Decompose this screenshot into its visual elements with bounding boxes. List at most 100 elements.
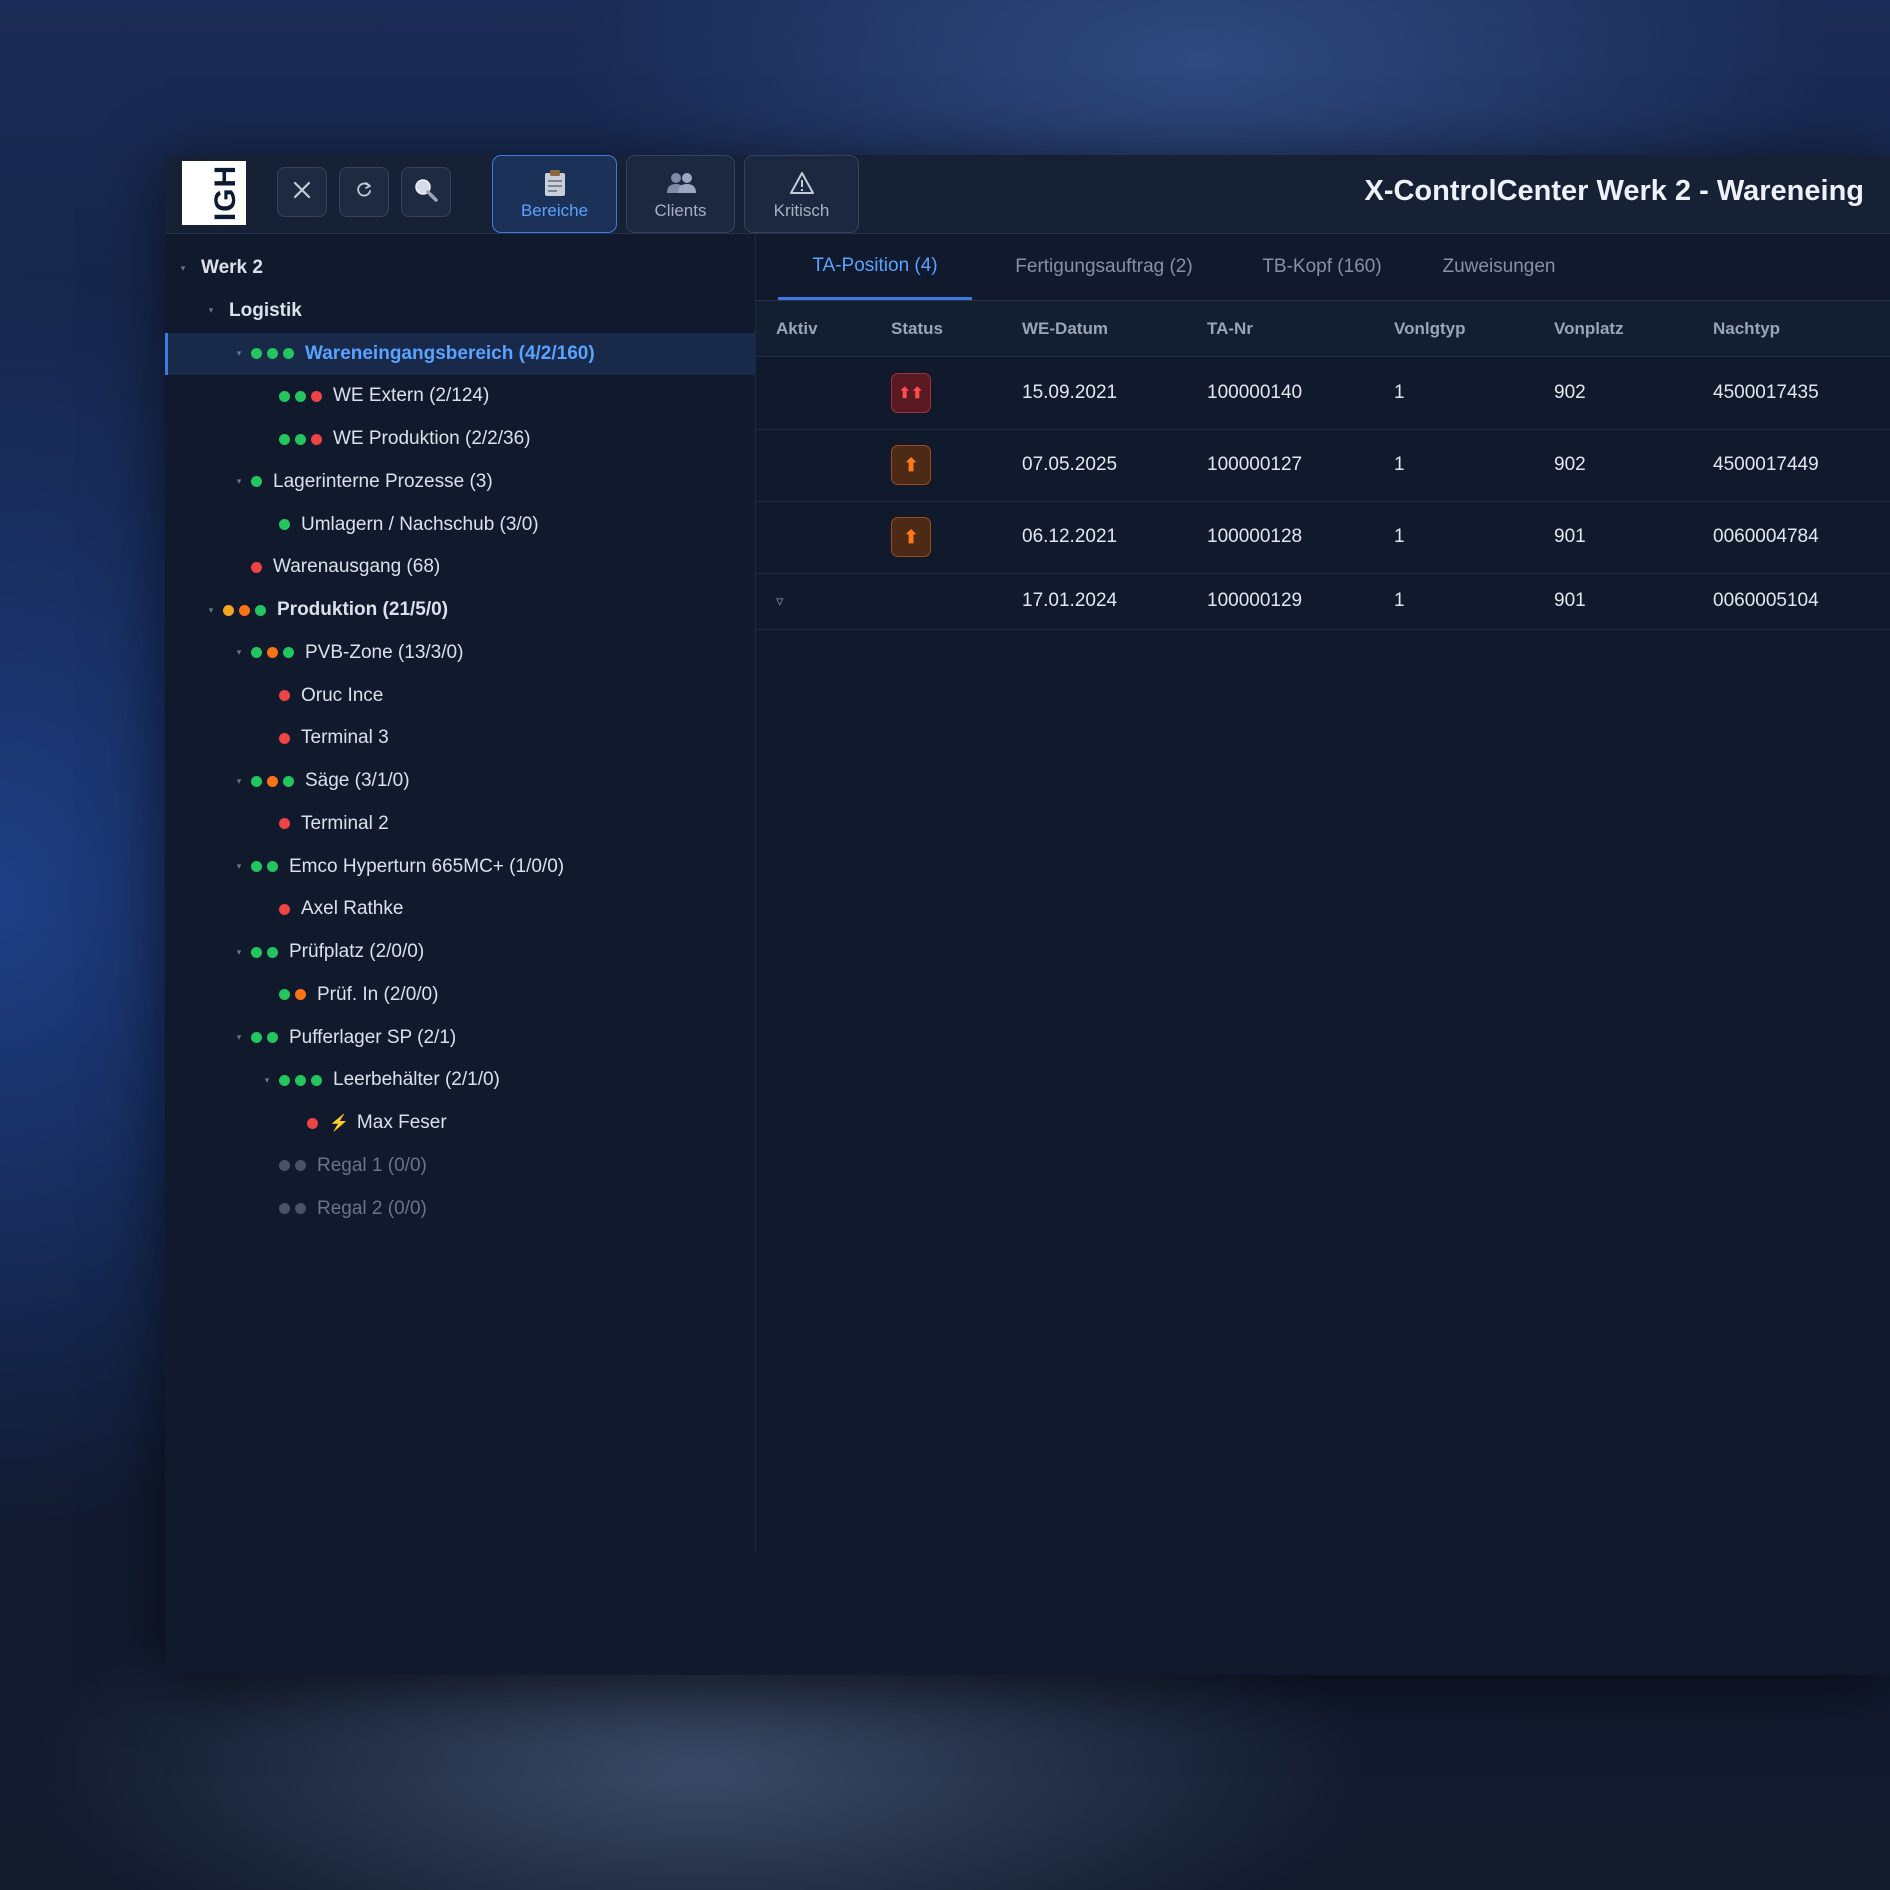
chevron-down-icon[interactable]: ▾: [203, 605, 219, 616]
tab-ta-position[interactable]: TA-Position (4): [778, 234, 972, 300]
logo: IGH: [182, 161, 246, 225]
tree-item[interactable]: ▾ Pufferlager SP (2/1): [165, 1017, 755, 1059]
status-dot: [279, 818, 290, 830]
cell-we-datum: 06.12.2021: [1022, 526, 1118, 547]
cell-status: ⬆: [891, 429, 931, 501]
tab-zuweisungen[interactable]: Zuweisungen: [1424, 234, 1574, 300]
status-dot: [311, 390, 322, 402]
status-dot: [251, 775, 262, 787]
tree-item-label: Terminal 3: [301, 727, 389, 749]
tree-item[interactable]: Regal 1 (0/0): [165, 1145, 755, 1187]
tree-item[interactable]: ▾ Produktion (21/5/0): [165, 589, 755, 631]
tree-item-label: Oruc Ince: [301, 684, 384, 706]
col-vonlgtyp[interactable]: Vonlgtyp: [1394, 301, 1465, 356]
close-button[interactable]: [277, 167, 327, 217]
status-dot: [267, 1032, 278, 1043]
nav-bereiche[interactable]: Bereiche: [492, 155, 617, 233]
tree-item[interactable]: ▾ Werk 2: [165, 247, 755, 289]
status-dot: [223, 604, 234, 616]
refresh-button[interactable]: [339, 167, 389, 217]
tree-item-label: PVB-Zone (13/3/0): [305, 641, 464, 663]
tree-item-label: Axel Rathke: [301, 898, 404, 920]
cell-we-datum: 07.05.2025: [1022, 454, 1118, 475]
tree-item-label: WE Produktion (2/2/36): [333, 428, 531, 449]
table-row[interactable]: ⬆⬆ 15.09.2021 100000140 1 902 4500017435: [756, 357, 1890, 430]
tree-item[interactable]: Prüf. In (2/0/0): [165, 974, 755, 1016]
col-aktiv[interactable]: Aktiv: [776, 301, 818, 356]
nav-kritisch-label: Kritisch: [773, 200, 830, 220]
tree-item[interactable]: ▾ Lagerinterne Prozesse (3): [165, 461, 755, 503]
table-row[interactable]: ⬆ 06.12.2021 100000128 1 901 0060004784: [756, 501, 1890, 574]
tree-item[interactable]: ▾ Logistik: [165, 290, 755, 332]
chevron-down-icon[interactable]: ▾: [175, 263, 191, 274]
tree-item[interactable]: ▾ Leerbehälter (2/1/0): [165, 1059, 755, 1101]
table-row[interactable]: ▿ 17.01.2024 100000129 1 901 0060005104: [756, 573, 1890, 630]
nav-bereiche-label: Bereiche: [520, 200, 589, 220]
status-dot: [239, 604, 250, 616]
status-dots: [223, 604, 266, 616]
tree-item[interactable]: Umlagern / Nachschub (3/0): [165, 504, 755, 546]
status-dot: [279, 433, 290, 445]
status-dot: [251, 476, 262, 488]
cell-status: ⬆: [891, 501, 931, 573]
tree-item[interactable]: ▾ Säge (3/1/0): [165, 760, 755, 802]
tree-item-label: Säge (3/1/0): [305, 770, 410, 791]
tree-item[interactable]: Axel Rathke: [165, 888, 755, 930]
tree-item[interactable]: ▾ Emco Hyperturn 665MC+ (1/0/0): [165, 846, 755, 888]
cell-vonplatz: 901: [1554, 526, 1586, 547]
nav-clients[interactable]: Clients: [626, 155, 735, 233]
tree-item[interactable]: Oruc Ince: [165, 675, 755, 717]
up-arrow-icon: ⬆: [891, 517, 931, 557]
status-dots: [279, 903, 290, 915]
filter-icon[interactable]: ▿: [776, 592, 784, 610]
nav-kritisch[interactable]: Kritisch: [744, 155, 859, 233]
status-dot: [283, 647, 294, 659]
tree-item[interactable]: ▾ PVB-Zone (13/3/0): [165, 632, 755, 674]
chevron-down-icon[interactable]: ▾: [231, 348, 247, 359]
search-button[interactable]: [401, 167, 451, 217]
chevron-down-icon[interactable]: ▾: [231, 1032, 247, 1043]
clipboard-icon: [542, 168, 568, 198]
status-dot: [251, 946, 262, 958]
col-status[interactable]: Status: [891, 301, 943, 356]
tree-item[interactable]: Terminal 3: [165, 717, 755, 759]
tree-item[interactable]: Regal 2 (0/0): [165, 1188, 755, 1230]
warning-icon: [789, 168, 815, 198]
tree-item[interactable]: ▾ Wareneingangsbereich (4/2/160): [165, 332, 755, 375]
chevron-down-icon[interactable]: ▾: [231, 476, 247, 487]
status-dots: [251, 946, 278, 958]
chevron-down-icon[interactable]: ▾: [259, 1075, 275, 1086]
tree-item-label: Pufferlager SP (2/1): [289, 1026, 457, 1048]
search-icon: [413, 177, 439, 208]
chevron-down-icon[interactable]: ▾: [231, 861, 247, 872]
tree-item[interactable]: Warenausgang (68): [165, 546, 755, 588]
tree-item-label: Werk 2: [201, 257, 263, 278]
tree-item[interactable]: Terminal 2: [165, 803, 755, 845]
status-dot: [255, 604, 266, 616]
tree-item[interactable]: WE Produktion (2/2/36): [165, 418, 755, 460]
tree-item-label: Max Feser: [356, 1112, 447, 1133]
status-dots: [279, 1074, 322, 1086]
tree-item[interactable]: ▾ Prüfplatz (2/0/0): [165, 931, 755, 973]
col-we-datum[interactable]: WE-Datum: [1022, 301, 1108, 356]
table-row[interactable]: ⬆ 07.05.2025 100000127 1 902 4500017449: [756, 429, 1890, 502]
cell-nachtyp: 0060005104: [1713, 590, 1819, 611]
tab-tb-kopf[interactable]: TB-Kopf (160): [1232, 234, 1412, 300]
col-nachtyp[interactable]: Nachtyp: [1713, 301, 1780, 356]
status-dot: [279, 732, 290, 744]
tree-item[interactable]: ⚡ Max Feser: [165, 1102, 755, 1144]
status-dots: [279, 732, 290, 744]
col-vonplatz[interactable]: Vonplatz: [1554, 301, 1624, 356]
chevron-down-icon[interactable]: ▾: [231, 947, 247, 958]
tab-fertigungsauftrag[interactable]: Fertigungsauftrag (2): [988, 234, 1220, 300]
status-dot: [251, 1032, 262, 1043]
chevron-down-icon[interactable]: ▾: [231, 776, 247, 787]
chevron-down-icon[interactable]: ▾: [203, 305, 219, 316]
chevron-down-icon[interactable]: ▾: [231, 647, 247, 658]
col-ta-nr[interactable]: TA-Nr: [1207, 301, 1253, 356]
status-dots: [251, 476, 262, 488]
status-dot: [295, 433, 306, 445]
tree-item[interactable]: WE Extern (2/124): [165, 375, 755, 417]
status-dot: [279, 989, 290, 1001]
up-arrow-icon: ⬆: [891, 445, 931, 485]
